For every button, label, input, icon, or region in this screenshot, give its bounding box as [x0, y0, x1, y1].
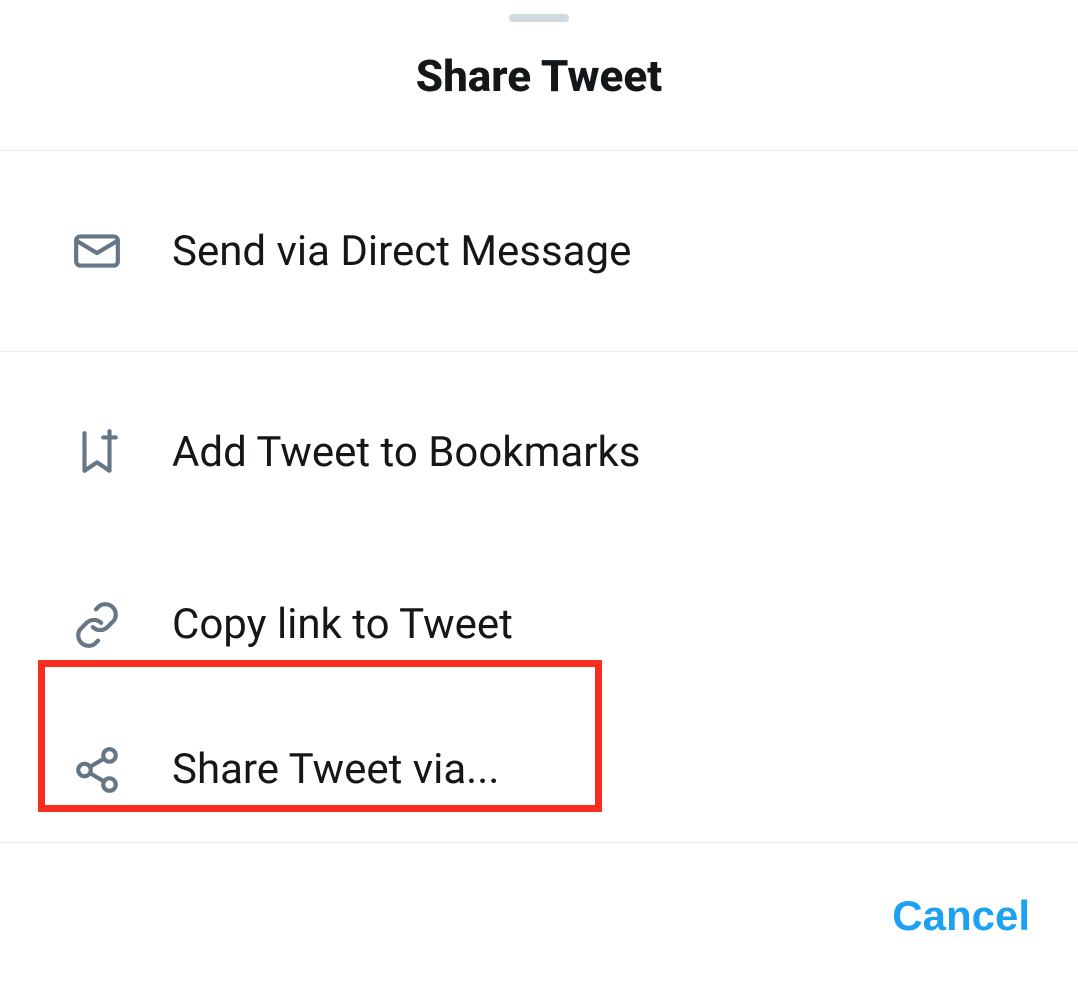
sheet-footer: Cancel	[0, 843, 1078, 989]
share-sheet: Share Tweet Send via Direct Message Add …	[0, 0, 1078, 989]
option-send-direct-message[interactable]: Send via Direct Message	[0, 151, 1078, 351]
sheet-title: Share Tweet	[0, 50, 1078, 102]
option-copy-link[interactable]: Copy link to Tweet	[0, 552, 1078, 697]
cancel-button[interactable]: Cancel	[892, 892, 1030, 940]
option-share-via[interactable]: Share Tweet via...	[0, 697, 1078, 842]
share-icon	[70, 743, 124, 797]
sheet-header: Share Tweet	[0, 22, 1078, 150]
envelope-icon	[70, 224, 124, 278]
option-label: Share Tweet via...	[172, 745, 499, 794]
option-label: Add Tweet to Bookmarks	[172, 428, 640, 477]
bookmark-add-icon	[70, 425, 124, 479]
option-add-bookmark[interactable]: Add Tweet to Bookmarks	[0, 352, 1078, 552]
drag-handle[interactable]	[509, 14, 569, 22]
option-label: Copy link to Tweet	[172, 600, 513, 649]
option-label: Send via Direct Message	[172, 227, 631, 276]
link-icon	[70, 598, 124, 652]
